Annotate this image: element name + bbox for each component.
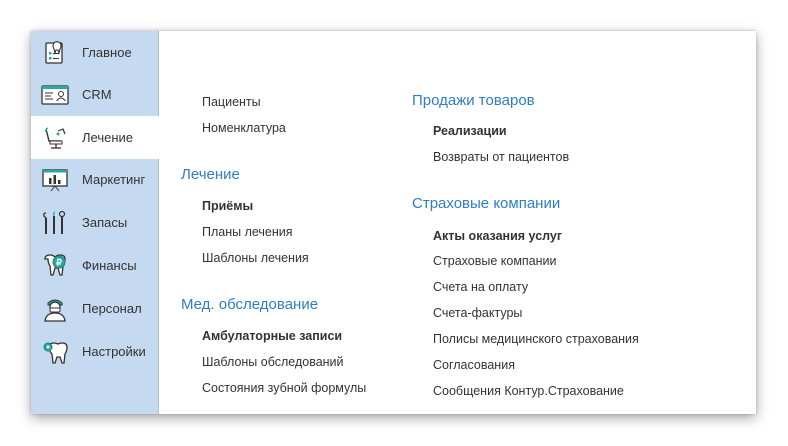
link-dental-formula-states[interactable]: Состояния зубной формулы [202,381,366,395]
sidebar-item-label: Персонал [82,301,142,316]
link-approvals[interactable]: Согласования [433,358,515,372]
sidebar-item-label: Финансы [82,258,137,273]
app-window: Главное CRM Лечение Маркетинг Запасы ₽ Ф… [31,31,756,414]
link-service-acts[interactable]: Акты оказания услуг [433,229,562,243]
link-kontur-messages[interactable]: Сообщения Контур.Страхование [433,384,624,398]
link-appointments[interactable]: Приёмы [202,199,253,213]
link-exam-templates[interactable]: Шаблоны обследований [202,355,344,369]
link-sales[interactable]: Реализации [433,124,507,138]
link-tax-invoices[interactable]: Счета-фактуры [433,306,522,320]
sidebar-item-label: Запасы [82,215,128,230]
link-patients[interactable]: Пациенты [202,95,261,109]
dental-chair-icon [41,124,69,152]
sidebar: Главное CRM Лечение Маркетинг Запасы ₽ Ф… [31,31,160,414]
sidebar-item-label: CRM [82,87,112,102]
link-insurance-companies[interactable]: Страховые компании [433,254,557,268]
sidebar-item-label: Главное [82,45,132,60]
link-treatment-templates[interactable]: Шаблоны лечения [202,251,309,265]
link-payment-invoices[interactable]: Счета на оплату [433,280,528,294]
link-outpatient-records[interactable]: Амбулаторные записи [202,329,342,343]
doctor-icon [41,295,69,323]
sidebar-item-treatment[interactable]: Лечение [31,116,160,159]
sidebar-item-settings[interactable]: Настройки [31,330,159,373]
sidebar-item-marketing[interactable]: Маркетинг [31,158,159,201]
svg-text:₽: ₽ [56,257,62,267]
section-title-exam: Мед. обследование [181,296,319,313]
link-patient-returns[interactable]: Возвраты от пациентов [433,150,569,164]
section-title-sales: Продажи товаров [412,92,535,109]
sidebar-item-crm[interactable]: CRM [31,73,159,116]
sidebar-item-label: Лечение [82,130,134,145]
link-insurance-policies[interactable]: Полисы медицинского страхования [433,332,639,346]
link-treatment-plans[interactable]: Планы лечения [202,225,293,239]
tooth-checklist-icon [41,39,69,67]
sidebar-item-main[interactable]: Главное [31,31,159,74]
tooth-gear-icon [41,338,69,366]
dental-tools-icon [41,209,69,237]
sidebar-item-label: Настройки [82,344,146,359]
link-nomenclature[interactable]: Номенклатура [202,121,286,135]
chart-board-icon [41,166,69,194]
sidebar-item-label: Маркетинг [82,172,146,187]
main-content: Пациенты Номенклатура Лечение Приёмы Пла… [160,31,756,414]
sidebar-item-stock[interactable]: Запасы [31,201,159,244]
id-card-icon [41,81,69,109]
tooth-coin-icon: ₽ [41,252,69,280]
section-title-treatment: Лечение [181,166,240,183]
sidebar-item-finance[interactable]: ₽ Финансы [31,244,159,287]
sidebar-item-staff[interactable]: Персонал [31,287,159,330]
section-title-insurance: Страховые компании [412,195,561,212]
